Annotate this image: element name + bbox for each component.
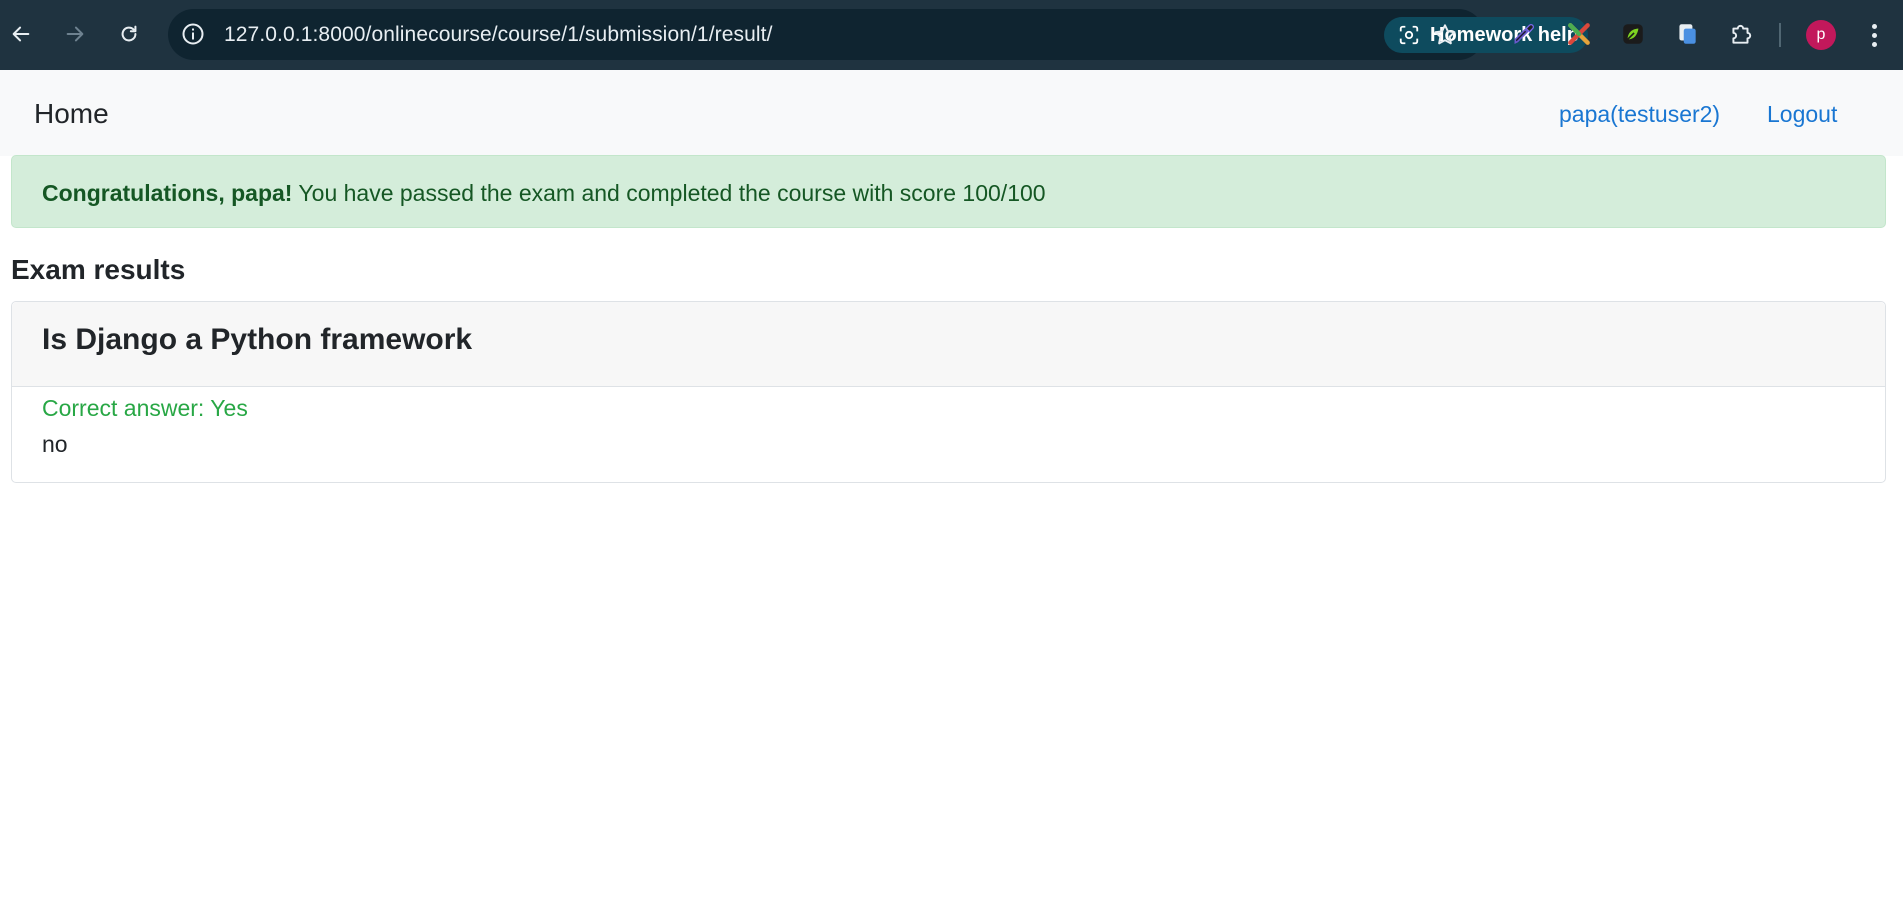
eyedropper-icon[interactable] [1510,20,1538,48]
question-card-header: Is Django a Python framework [12,302,1885,387]
forward-icon [66,26,84,42]
home-link[interactable]: Home [34,98,109,130]
correct-answer: Correct answer: Yes [42,395,248,421]
logout-link[interactable]: Logout [1767,101,1837,128]
x-extension-icon[interactable] [1565,20,1593,48]
back-icon [12,26,30,42]
reload-button[interactable] [114,19,144,49]
browser-toolbar: 127.0.0.1:8000/onlinecourse/course/1/sub… [0,0,1903,70]
alert-bold-text: Congratulations, papa! [42,180,293,206]
site-info-icon[interactable] [180,21,206,47]
back-button[interactable] [6,19,36,49]
forward-button[interactable] [60,19,90,49]
question-card: Is Django a Python framework Correct ans… [11,301,1886,483]
profile-avatar[interactable]: p [1806,20,1836,50]
address-bar[interactable]: 127.0.0.1:8000/onlinecourse/course/1/sub… [168,9,1588,60]
lens-icon [1399,25,1419,45]
copy-extension-icon[interactable] [1673,20,1701,48]
menu-icon[interactable] [1862,20,1886,50]
star-icon[interactable] [1432,22,1458,48]
reload-icon [121,25,137,42]
homework-help-button[interactable]: Homework help [1384,17,1588,53]
site-navbar: Home papa(testuser2) Logout [0,70,1903,156]
leaf-extension-icon[interactable] [1619,20,1647,48]
user-link[interactable]: papa(testuser2) [1559,101,1720,128]
success-alert: Congratulations, papa! You have passed t… [11,155,1886,228]
puzzle-icon[interactable] [1727,20,1755,48]
toolbar-divider [1779,23,1781,47]
alert-message: You have passed the exam and completed t… [292,180,1046,206]
selected-choice: no [42,431,68,457]
exam-results-heading: Exam results [11,254,186,285]
question-text: Is Django a Python framework [42,323,473,356]
url-text[interactable]: 127.0.0.1:8000/onlinecourse/course/1/sub… [224,23,773,47]
